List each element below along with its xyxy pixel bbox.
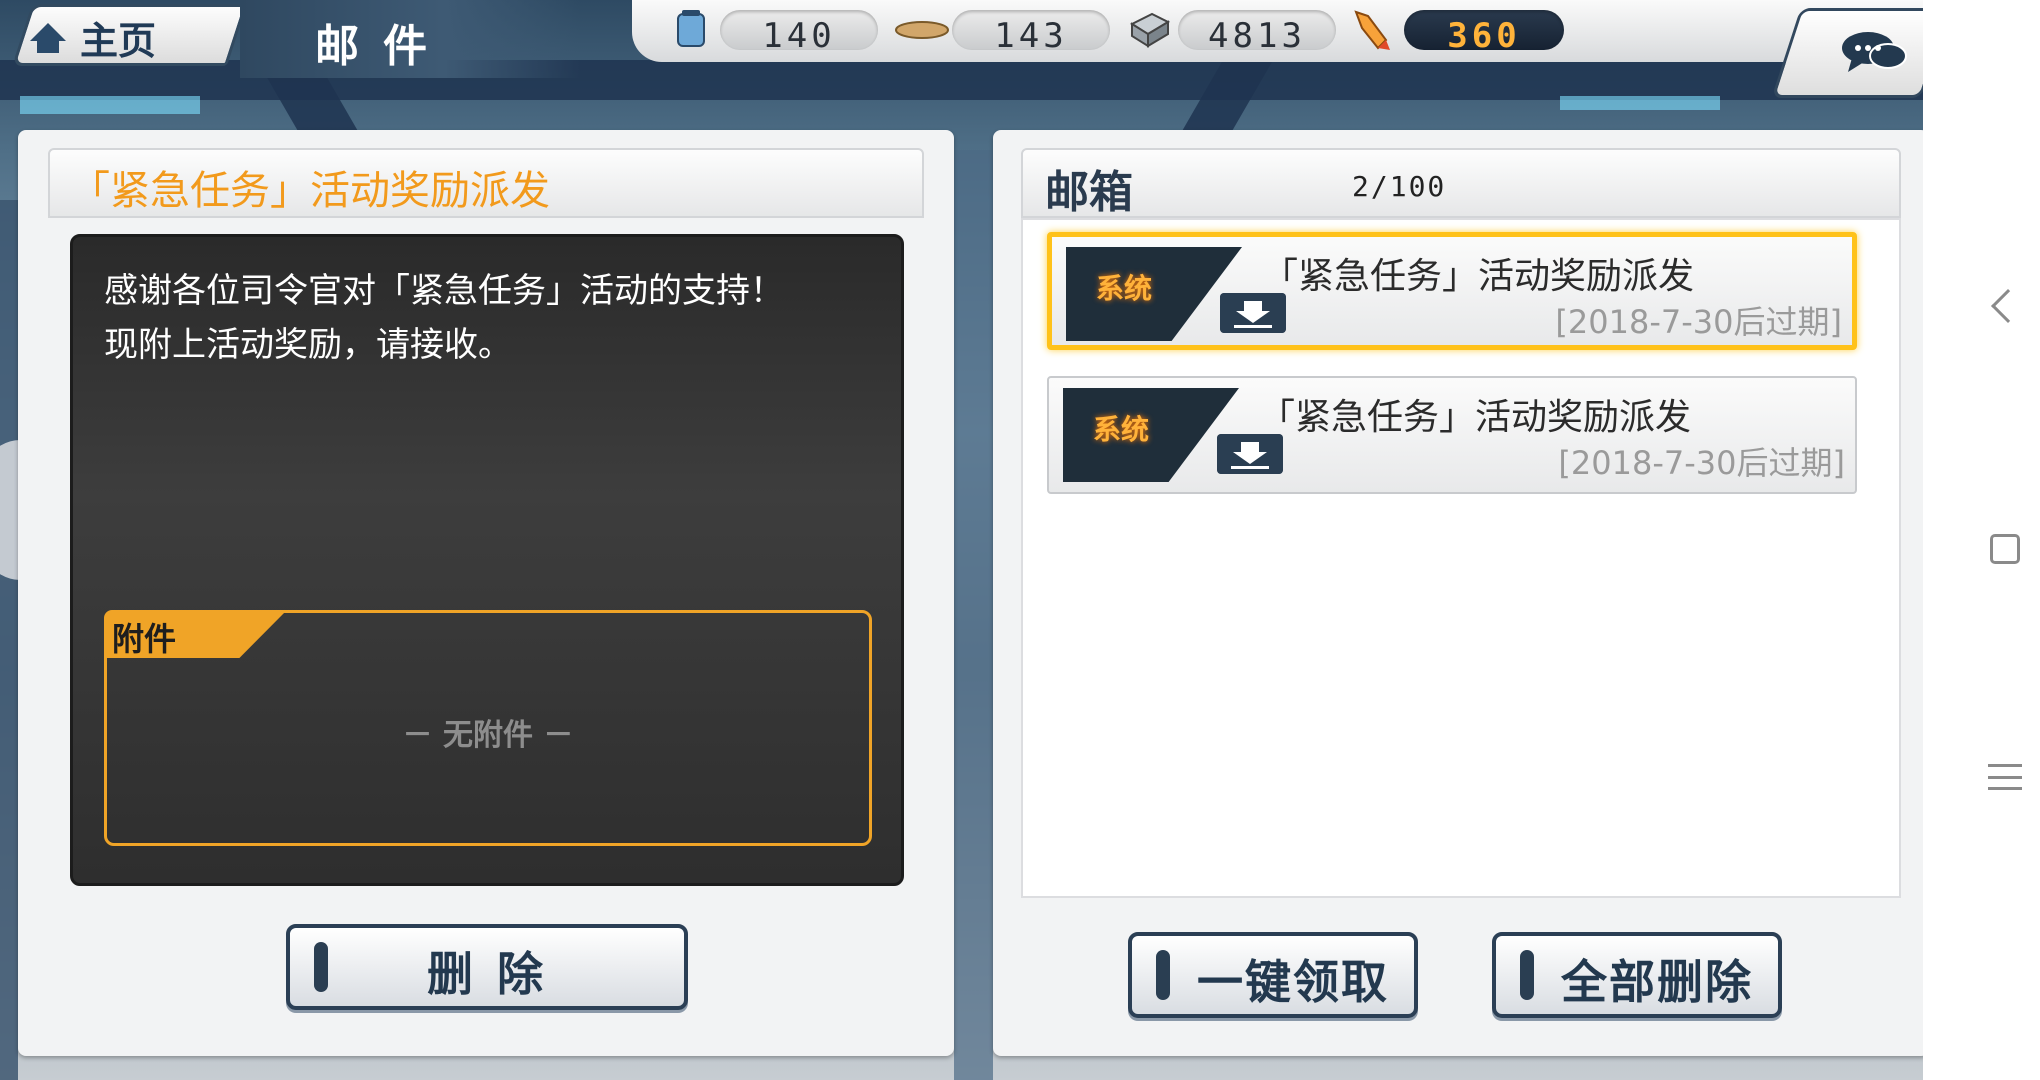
- claim-all-label: 一键领取: [1197, 955, 1389, 1009]
- delete-all-button[interactable]: 全部删除: [1492, 932, 1782, 1018]
- fuel-counter: 140: [720, 10, 878, 56]
- claim-all-button[interactable]: 一键领取: [1128, 932, 1418, 1018]
- mail-subject: 「紧急任务」活动奖励派发: [1259, 397, 1692, 438]
- bg-wall: [954, 150, 993, 1080]
- bg-wall: [0, 200, 18, 1080]
- premium-icon: [1354, 10, 1390, 50]
- nav-menu-icon[interactable]: [1988, 764, 2022, 790]
- premium-value: 360: [1447, 16, 1521, 56]
- mailbox-header-strip: [1021, 148, 1901, 218]
- ammo-counter: 143: [952, 10, 1110, 56]
- home-icon: [30, 22, 66, 53]
- steel-counter: 4813: [1178, 10, 1336, 56]
- delete-all-label: 全部删除: [1561, 955, 1753, 1009]
- download-icon: [1220, 293, 1286, 333]
- mail-tag-text: 系统: [1093, 413, 1150, 446]
- download-icon: [1217, 434, 1283, 474]
- ammo-icon: [895, 21, 949, 39]
- mail-tag-badge: [1063, 388, 1239, 482]
- mail-expiry: [2018-7-30后过期]: [1555, 303, 1842, 341]
- mail-list-item[interactable]: 系统 「紧急任务」活动奖励派发 [2018-7-30后过期]: [1047, 232, 1857, 350]
- mailbox-title: 邮箱: [1045, 167, 1133, 218]
- top-bar: 主页 邮件 140 143 4813 360: [0, 0, 1952, 98]
- resource-bar: 140 143 4813 360: [632, 0, 1952, 62]
- delete-button[interactable]: 删 除: [286, 924, 688, 1010]
- delete-button-label: 删 除: [426, 947, 547, 1001]
- message-body-line: 现附上活动奖励，请接收。: [104, 325, 512, 365]
- android-nav-bar: [1923, 0, 2040, 1080]
- nav-home-icon[interactable]: [1990, 534, 2020, 564]
- mail-subject: 「紧急任务」活动奖励派发: [1262, 256, 1695, 297]
- steel-value: 4813: [1208, 16, 1306, 56]
- chat-icon[interactable]: [1838, 28, 1908, 74]
- home-label: 主页: [80, 19, 157, 63]
- ammo-value: 143: [994, 16, 1068, 56]
- mailbox-count: 2/100: [1352, 170, 1447, 203]
- no-attachment-text: － 无附件 －: [402, 718, 574, 753]
- bg-light-panel: [1560, 96, 1720, 110]
- bg-light-panel: [20, 96, 200, 114]
- premium-counter: 360: [1404, 10, 1564, 56]
- mail-list-item[interactable]: 系统 「紧急任务」活动奖励派发 [2018-7-30后过期]: [1047, 376, 1857, 494]
- home-button-content[interactable]: 主页: [30, 10, 156, 65]
- fuel-value: 140: [762, 16, 836, 56]
- message-body-text: 感谢各位司令官对「紧急任务」活动的支持！ 现附上活动奖励，请接收。: [104, 264, 864, 372]
- mail-expiry: [2018-7-30后过期]: [1558, 444, 1845, 482]
- message-title: 「紧急任务」活动奖励派发: [70, 168, 550, 214]
- attachment-label: 附件: [112, 620, 177, 658]
- page-title: 邮件: [315, 21, 451, 72]
- fuel-icon: [677, 10, 705, 47]
- message-body-line: 感谢各位司令官对「紧急任务」活动的支持！: [104, 271, 784, 311]
- mail-tag-badge: [1066, 247, 1242, 341]
- mail-tag-text: 系统: [1096, 272, 1153, 305]
- steel-icon: [1129, 12, 1171, 48]
